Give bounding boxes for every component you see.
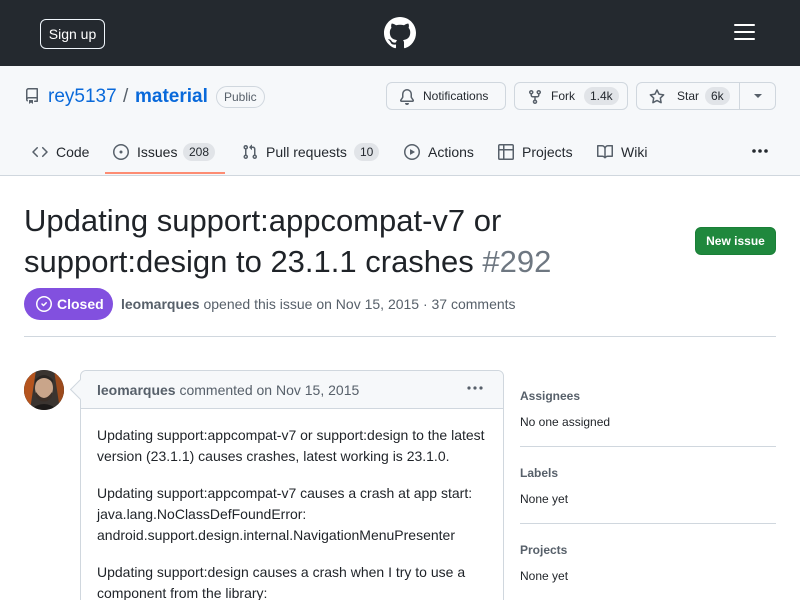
table-icon bbox=[498, 144, 514, 160]
issue-number: #292 bbox=[482, 244, 552, 279]
star-button[interactable]: Star 6k bbox=[636, 82, 740, 110]
fork-count: 1.4k bbox=[584, 87, 619, 105]
avatar[interactable] bbox=[24, 370, 64, 410]
pull-request-icon bbox=[243, 144, 258, 160]
sidebar-assignees-value: No one assigned bbox=[520, 415, 611, 429]
notifications-label: Notifications bbox=[423, 89, 489, 103]
comment-author-link[interactable]: leomarques bbox=[97, 382, 176, 398]
sidebar-labels-value: None yet bbox=[520, 492, 569, 506]
visibility-badge: Public bbox=[216, 86, 265, 108]
issue-author-link[interactable]: leomarques bbox=[121, 296, 200, 312]
issue-title-text: Updating support:appcompat-v7 or support… bbox=[24, 203, 502, 279]
comment-body: Updating support:appcompat-v7 or support… bbox=[97, 425, 491, 600]
new-issue-button[interactable]: New issue bbox=[695, 227, 776, 255]
star-icon bbox=[649, 89, 665, 104]
tab-pull-requests[interactable]: Pull requests 10 bbox=[242, 142, 382, 166]
comment-options-icon[interactable] bbox=[466, 385, 484, 391]
issue-state-label: Closed bbox=[57, 296, 104, 312]
star-label: Star bbox=[677, 89, 700, 103]
notifications-button[interactable]: Notifications bbox=[386, 82, 506, 110]
tab-label: Wiki bbox=[621, 144, 648, 160]
repo-path-separator: / bbox=[123, 86, 129, 107]
tab-wiki[interactable]: Wiki bbox=[597, 142, 657, 166]
issue-opened-icon bbox=[113, 144, 129, 160]
comment-paragraph: Updating support:design causes a crash w… bbox=[97, 564, 466, 600]
comment-paragraph: Updating support:appcompat-v7 or support… bbox=[97, 427, 485, 464]
repo-icon bbox=[25, 88, 38, 104]
issue-meta-text: opened this issue on Nov 15, 2015 · 37 c… bbox=[203, 296, 516, 312]
star-lists-dropdown[interactable] bbox=[739, 82, 776, 110]
issue-meta: leomarques opened this issue on Nov 15, … bbox=[121, 296, 516, 312]
tab-label: Issues bbox=[137, 144, 178, 160]
fork-label: Fork bbox=[551, 89, 575, 103]
tab-label: Actions bbox=[428, 144, 474, 160]
tab-label: Projects bbox=[522, 144, 573, 160]
tab-code[interactable]: Code bbox=[32, 142, 102, 166]
play-icon bbox=[404, 144, 420, 160]
repo-name-link[interactable]: material bbox=[135, 86, 208, 108]
tab-label: Code bbox=[56, 144, 90, 160]
comment-date[interactable]: commented on Nov 15, 2015 bbox=[179, 382, 359, 398]
fork-button[interactable]: Fork 1.4k bbox=[514, 82, 628, 110]
tab-counter: 208 bbox=[183, 143, 216, 161]
tab-actions[interactable]: Actions bbox=[404, 142, 484, 166]
tab-issues[interactable]: Issues 208 bbox=[113, 142, 223, 166]
code-icon bbox=[32, 146, 48, 158]
sidebar-projects-value: None yet bbox=[520, 569, 569, 583]
sidebar-labels-title[interactable]: Labels bbox=[520, 466, 558, 480]
comment-paragraph: Updating support:appcompat-v7 causes a c… bbox=[97, 485, 473, 543]
issue-closed-icon bbox=[36, 296, 52, 312]
sidebar-assignees-title[interactable]: Assignees bbox=[520, 389, 580, 403]
active-tab-underline bbox=[105, 172, 225, 174]
more-options-icon[interactable] bbox=[751, 148, 769, 154]
repo-header: rey5137 / material Public Notifications … bbox=[0, 66, 800, 176]
comment-card: leomarques commented on Nov 15, 2015 Upd… bbox=[80, 370, 504, 600]
header-divider bbox=[24, 336, 776, 337]
comment-meta: leomarques commented on Nov 15, 2015 bbox=[97, 382, 359, 398]
fork-icon bbox=[529, 90, 541, 105]
sidebar-divider bbox=[520, 446, 776, 447]
menu-icon[interactable] bbox=[734, 24, 756, 42]
issue-title: Updating support:appcompat-v7 or support… bbox=[24, 200, 584, 282]
repo-owner-link[interactable]: rey5137 bbox=[48, 86, 117, 108]
caret-down-icon bbox=[754, 94, 762, 98]
book-icon bbox=[597, 144, 613, 159]
comment-header: leomarques commented on Nov 15, 2015 bbox=[81, 371, 503, 409]
avatar-image bbox=[24, 370, 64, 410]
sidebar-divider bbox=[520, 523, 776, 524]
sidebar-projects-title[interactable]: Projects bbox=[520, 543, 567, 557]
tab-projects[interactable]: Projects bbox=[498, 142, 583, 166]
sign-up-button[interactable]: Sign up bbox=[40, 19, 105, 49]
issue-state-badge: Closed bbox=[24, 288, 113, 320]
tab-label: Pull requests bbox=[266, 144, 347, 160]
github-logo-icon[interactable] bbox=[384, 17, 416, 49]
star-count: 6k bbox=[705, 87, 730, 105]
bell-icon bbox=[399, 89, 414, 105]
tab-counter: 10 bbox=[354, 143, 380, 161]
site-header: Sign up bbox=[0, 0, 800, 66]
